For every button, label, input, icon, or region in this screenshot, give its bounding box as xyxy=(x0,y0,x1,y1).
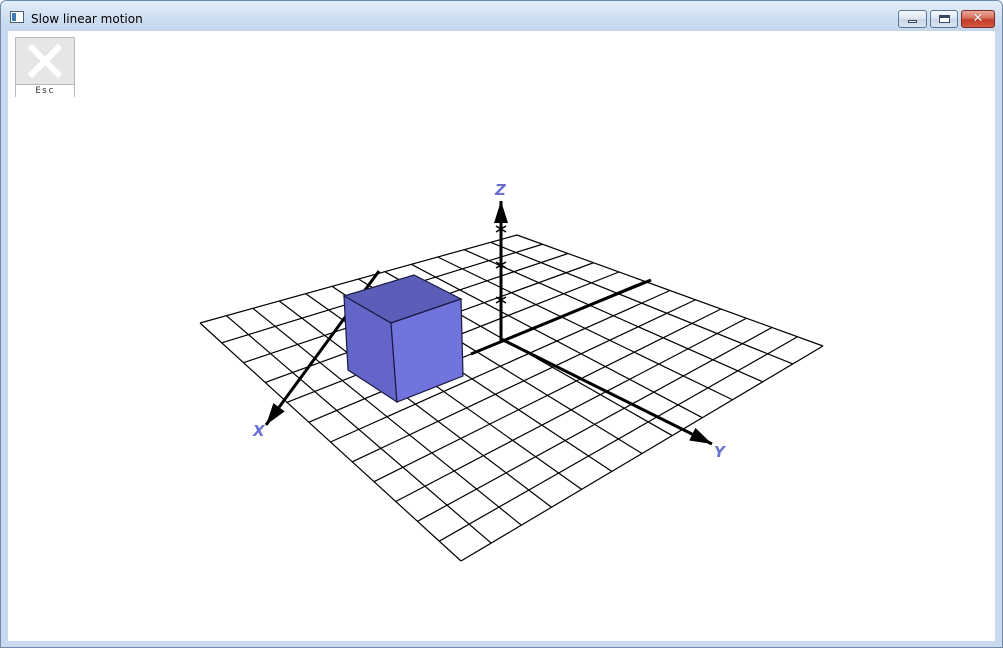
window-title: Slow linear motion xyxy=(31,12,143,26)
grid-line xyxy=(417,326,773,522)
z-axis-label: Z xyxy=(494,181,507,199)
ground-grid xyxy=(199,234,824,562)
esc-button[interactable]: Esc xyxy=(15,37,75,97)
esc-label: Esc xyxy=(16,84,74,97)
minimize-button[interactable] xyxy=(898,10,927,28)
x-axis-arrow xyxy=(266,403,285,425)
app-icon xyxy=(10,11,24,23)
axis-labels: X Y Z xyxy=(252,181,727,461)
close-x-icon xyxy=(28,44,62,78)
app-window: Slow linear motion ✕ X Y Z Esc xyxy=(0,0,1003,648)
y-axis-arrow xyxy=(689,427,712,444)
close-button[interactable]: ✕ xyxy=(961,10,995,28)
title-bar[interactable]: Slow linear motion ✕ xyxy=(1,1,1002,31)
cube[interactable] xyxy=(342,274,464,404)
z-axis-arrow xyxy=(494,201,508,223)
canvas-area[interactable]: X Y Z Esc xyxy=(8,31,995,641)
minimize-icon xyxy=(908,20,917,23)
maximize-button[interactable] xyxy=(930,10,958,28)
y-axis-line xyxy=(500,337,713,446)
3d-scene[interactable]: X Y Z xyxy=(8,31,995,641)
maximize-icon xyxy=(939,15,950,23)
x-axis-label: X xyxy=(252,422,266,440)
y-axis-label: Y xyxy=(714,443,727,461)
grid-line xyxy=(460,345,824,562)
close-icon: ✕ xyxy=(972,11,984,26)
grid-line xyxy=(438,336,798,542)
